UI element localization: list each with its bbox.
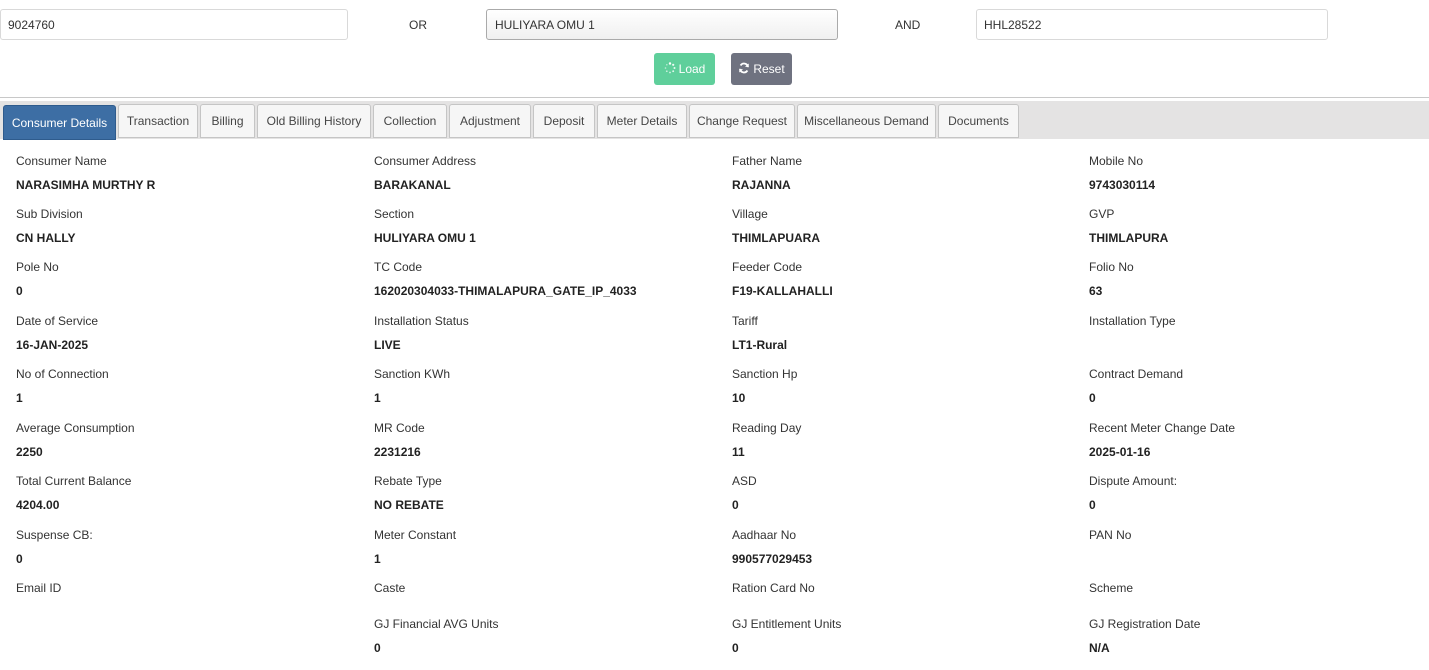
field-value: NO REBATE — [374, 498, 444, 512]
field-value: 0 — [732, 641, 739, 655]
field-value: CN HALLY — [16, 231, 76, 245]
field-label: Recent Meter Change Date — [1089, 421, 1236, 435]
field-value: 990577029453 — [732, 552, 813, 566]
field-value: 0 — [374, 641, 381, 655]
tab-miscellaneous-demand[interactable]: Miscellaneous Demand — [797, 104, 936, 138]
field-label: TC Code — [374, 260, 423, 274]
field-value: F19-KALLAHALLI — [732, 284, 833, 298]
field-value: RAJANNA — [732, 178, 791, 192]
field-label: Reading Day — [732, 421, 802, 435]
field-label: Meter Constant — [374, 528, 457, 542]
field-label: No of Connection — [16, 367, 109, 381]
load-button-label: Load — [678, 62, 706, 76]
tab-adjustment[interactable]: Adjustment — [449, 104, 531, 138]
field-label: GJ Registration Date — [1089, 617, 1201, 631]
field-value: LIVE — [374, 338, 401, 352]
field-value: BARAKANAL — [374, 178, 451, 192]
field-value: 2250 — [16, 445, 43, 459]
field-value: 0 — [1089, 391, 1096, 405]
field-label: Section — [374, 207, 415, 221]
tab-change-request[interactable]: Change Request — [689, 104, 795, 138]
field-value: 9743030114 — [1089, 178, 1156, 192]
field-value: 0 — [16, 284, 23, 298]
field-value: N/A — [1089, 641, 1110, 655]
and-label: AND — [895, 18, 921, 32]
tab-documents[interactable]: Documents — [938, 104, 1019, 138]
field-label: Installation Type — [1089, 314, 1176, 328]
field-label: Sub Division — [16, 207, 83, 221]
field-value: 4204.00 — [16, 498, 60, 512]
field-value: 11 — [732, 445, 745, 459]
field-label: GJ Financial AVG Units — [374, 617, 499, 631]
field-label: Caste — [374, 581, 406, 595]
tab-billing[interactable]: Billing — [200, 104, 255, 138]
spinner-icon — [664, 61, 676, 77]
field-label: Pole No — [16, 260, 59, 274]
field-label: Dispute Amount: — [1089, 474, 1178, 488]
field-label: Rebate Type — [374, 474, 442, 488]
field-value: 1 — [374, 552, 381, 566]
field-label: GVP — [1089, 207, 1115, 221]
field-value: 16-JAN-2025 — [16, 338, 89, 352]
field-label: Village — [732, 207, 768, 221]
field-label: Tariff — [732, 314, 758, 328]
field-label: ASD — [732, 474, 757, 488]
field-value: 0 — [16, 552, 23, 566]
reset-button-label: Reset — [753, 62, 785, 76]
consumer-number-input[interactable] — [0, 9, 348, 40]
tab-consumer-details[interactable]: Consumer Details — [3, 105, 116, 140]
field-label: Consumer Name — [16, 154, 107, 168]
field-value: 2025-01-16 — [1089, 445, 1151, 459]
field-label: Scheme — [1089, 581, 1134, 595]
field-label: Email ID — [16, 581, 62, 595]
field-value: 1 — [16, 391, 23, 405]
field-value: THIMLAPURA — [1089, 231, 1169, 245]
section-select[interactable]: HULIYARA OMU 1 — [486, 9, 838, 40]
field-value: 1 — [374, 391, 381, 405]
field-label: Suspense CB: — [16, 528, 93, 542]
field-label: Average Consumption — [16, 421, 135, 435]
field-label: MR Code — [374, 421, 425, 435]
tab-meter-details[interactable]: Meter Details — [597, 104, 687, 138]
section-select-value: HULIYARA OMU 1 — [495, 17, 595, 32]
tab-deposit[interactable]: Deposit — [533, 104, 595, 138]
reset-button[interactable]: Reset — [731, 53, 792, 85]
field-value: 10 — [732, 391, 746, 405]
divider — [0, 97, 1429, 98]
tab-collection[interactable]: Collection — [373, 104, 447, 138]
field-label: Mobile No — [1089, 154, 1144, 168]
refresh-icon — [738, 62, 750, 77]
or-label: OR — [409, 18, 427, 32]
field-label: Total Current Balance — [16, 474, 132, 488]
field-label: Date of Service — [16, 314, 99, 328]
field-value: 0 — [1089, 498, 1096, 512]
field-label: Father Name — [732, 154, 803, 168]
load-button[interactable]: Load — [654, 53, 715, 85]
field-value: LT1-Rural — [732, 338, 788, 352]
field-value: NARASIMHA MURTHY R — [16, 178, 156, 192]
tab-bar: Consumer Details Transaction Billing Old… — [0, 101, 1429, 140]
field-label: Aadhaar No — [732, 528, 797, 542]
field-value: 0 — [732, 498, 739, 512]
field-value: THIMLAPUARA — [732, 231, 820, 245]
tab-transaction[interactable]: Transaction — [118, 104, 198, 138]
field-label: Installation Status — [374, 314, 469, 328]
field-label: Ration Card No — [732, 581, 815, 595]
field-value: 162020304033-THIMALAPURA_GATE_IP_4033 — [374, 284, 637, 298]
field-label: Folio No — [1089, 260, 1134, 274]
field-label: GJ Entitlement Units — [732, 617, 842, 631]
field-label: Consumer Address — [374, 154, 477, 168]
rr-number-input[interactable] — [976, 9, 1328, 40]
field-value: HULIYARA OMU 1 — [374, 231, 476, 245]
field-label: PAN No — [1089, 528, 1132, 542]
field-label: Sanction Hp — [732, 367, 798, 381]
field-label: Feeder Code — [732, 260, 803, 274]
field-label: Sanction KWh — [374, 367, 451, 381]
field-value: 2231216 — [374, 445, 421, 459]
tab-old-billing-history[interactable]: Old Billing History — [257, 104, 371, 138]
field-value: 63 — [1089, 284, 1103, 298]
field-label: Contract Demand — [1089, 367, 1184, 381]
